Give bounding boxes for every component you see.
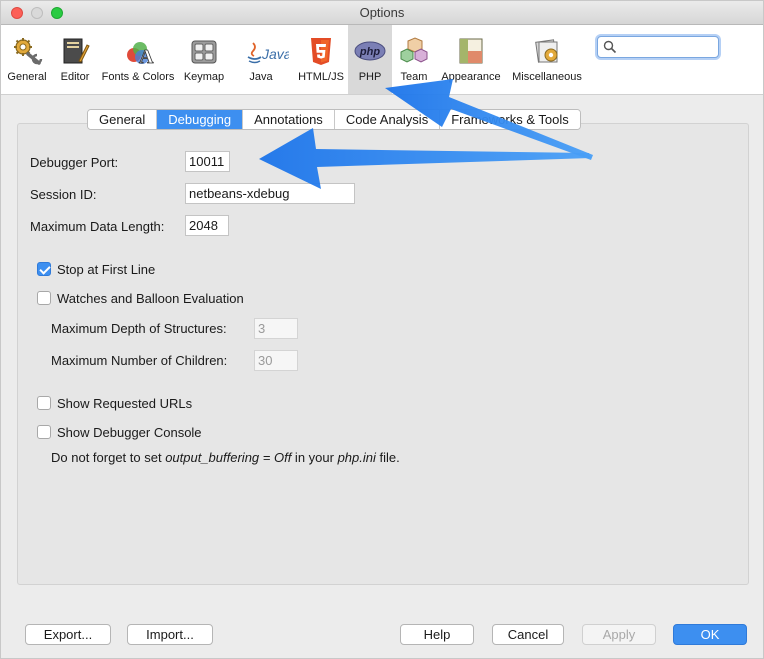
appearance-icon — [459, 38, 483, 64]
search-icon — [603, 40, 617, 54]
max-children-input[interactable]: 30 — [254, 350, 298, 371]
toolbar-item-label: Team — [400, 71, 428, 83]
stop-first-line-checkbox[interactable] — [37, 262, 51, 276]
toolbar-item-fonts-colors[interactable]: A Fonts & Colors — [99, 25, 177, 94]
max-depth-label: Maximum Depth of Structures: — [51, 321, 227, 336]
search-input[interactable] — [620, 39, 714, 55]
php-icon: php — [354, 41, 386, 61]
help-button[interactable]: Help — [400, 624, 474, 645]
show-urls-label: Show Requested URLs — [57, 396, 193, 411]
toolbar-item-label: PHP — [358, 71, 382, 83]
php-tab-bar: General Debugging Annotations Code Analy… — [87, 109, 581, 130]
tab-general[interactable]: General — [88, 110, 158, 129]
debugger-port-label: Debugger Port: — [30, 155, 119, 170]
note-suffix: file. — [375, 450, 400, 465]
tab-frameworks-tools[interactable]: Frameworks & Tools — [440, 110, 580, 129]
fonts-colors-icon: A — [127, 42, 154, 67]
toolbar-item-miscellaneous[interactable]: Miscellaneous — [509, 25, 585, 94]
toolbar-item-label: General — [7, 71, 47, 83]
toolbar-item-label: Miscellaneous — [512, 71, 582, 83]
window-title: Options — [359, 5, 405, 20]
stop-first-line-label: Stop at First Line — [57, 262, 156, 277]
toolbar-item-label: Java — [249, 71, 273, 83]
keymap-icon — [191, 40, 217, 64]
watches-label: Watches and Balloon Evaluation — [57, 291, 244, 306]
svg-text:php: php — [359, 46, 380, 58]
toolbar-item-appearance[interactable]: Appearance — [441, 25, 501, 94]
max-depth-input[interactable]: 3 — [254, 318, 298, 339]
tab-debugging[interactable]: Debugging — [157, 110, 244, 129]
toolbar-item-general[interactable]: General — [3, 25, 51, 94]
toolbar-item-label: Editor — [60, 71, 90, 83]
options-window: Options General Editor A Fonts & Colors … — [0, 0, 764, 659]
apply-button[interactable]: Apply — [582, 624, 656, 645]
search-field[interactable] — [597, 36, 719, 58]
max-children-label: Maximum Number of Children: — [51, 353, 228, 368]
note-file: php.ini — [337, 450, 376, 465]
tab-code-analysis[interactable]: Code Analysis — [334, 110, 441, 129]
toolbar-item-team[interactable]: Team — [394, 25, 434, 94]
toolbar-item-label: Keymap — [183, 71, 225, 83]
toolbar-item-php[interactable]: php PHP — [348, 25, 392, 94]
title-bar: Options — [1, 1, 763, 25]
toolbar-item-editor[interactable]: Editor — [53, 25, 97, 94]
gear-icon — [14, 38, 43, 65]
svg-text:A: A — [139, 46, 154, 67]
import-button[interactable]: Import... — [127, 624, 213, 645]
show-urls-checkbox[interactable] — [37, 396, 51, 410]
cancel-button[interactable]: Cancel — [492, 624, 564, 645]
editor-icon — [63, 38, 90, 64]
html5-icon — [311, 38, 331, 65]
debugger-port-input[interactable]: 10011 — [185, 151, 230, 172]
toolbar-item-label: Fonts & Colors — [101, 71, 175, 83]
miscellaneous-icon — [535, 39, 558, 63]
watches-checkbox[interactable] — [37, 291, 51, 305]
note-setting: output_buffering = Off — [165, 450, 292, 465]
output-buffering-note: Do not forget to set output_buffering = … — [51, 450, 400, 465]
svg-text:Java: Java — [261, 46, 289, 62]
java-icon: Java — [247, 42, 289, 64]
toolbar-item-java[interactable]: Java Java — [233, 25, 289, 94]
note-middle: in your — [291, 450, 338, 465]
session-id-input[interactable]: netbeans-xdebug — [185, 183, 355, 204]
show-console-label: Show Debugger Console — [57, 425, 202, 440]
note-prefix: Do not forget to set — [51, 450, 166, 465]
ok-button[interactable]: OK — [673, 624, 747, 645]
session-id-label: Session ID: — [30, 187, 97, 202]
category-toolbar: General Editor A Fonts & Colors Keymap J… — [1, 25, 763, 95]
max-data-length-input[interactable]: 2048 — [185, 215, 229, 236]
toolbar-item-keymap[interactable]: Keymap — [179, 25, 229, 94]
max-data-length-label: Maximum Data Length: — [30, 219, 165, 234]
show-console-checkbox[interactable] — [37, 425, 51, 439]
toolbar-item-label: Appearance — [441, 71, 501, 83]
export-button[interactable]: Export... — [25, 624, 111, 645]
team-icon — [400, 37, 428, 63]
tab-annotations[interactable]: Annotations — [243, 110, 335, 129]
toolbar-item-html-js[interactable]: HTML/JS — [295, 25, 347, 94]
toolbar-item-label: HTML/JS — [298, 71, 344, 83]
